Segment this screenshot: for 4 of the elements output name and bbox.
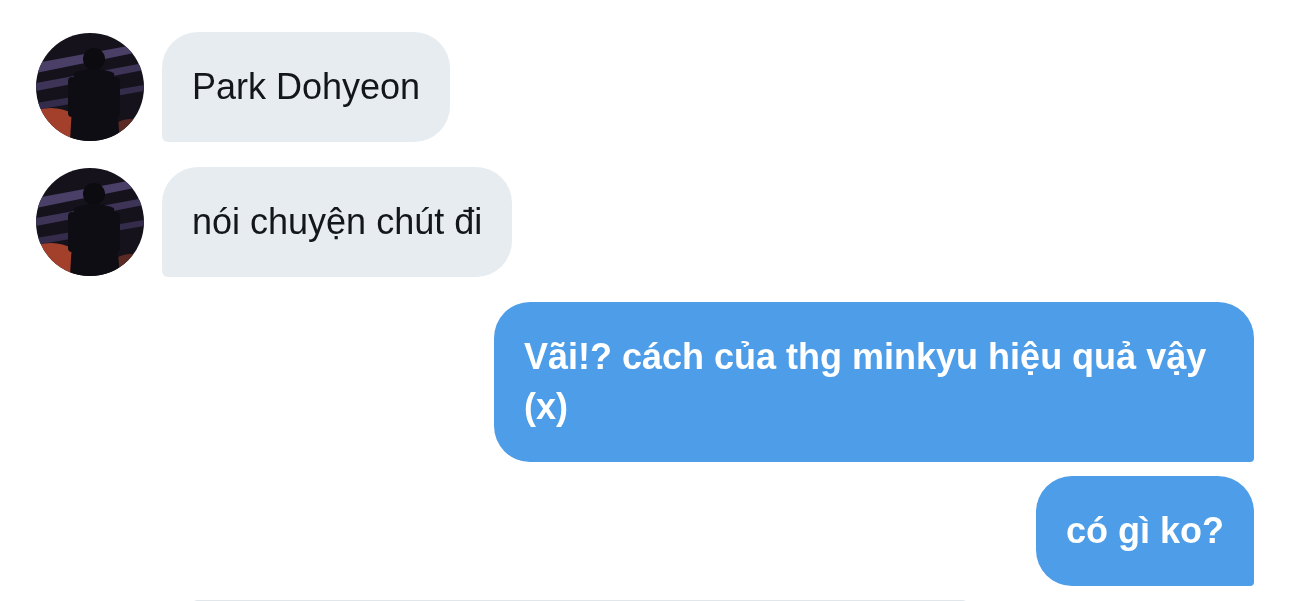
sent-message: có gì ko? [1036, 476, 1254, 586]
sent-message: Vãi!? cách của thg minkyu hiệu quả vậy (x) [494, 302, 1254, 462]
received-message: nói chuyện chút đi [162, 167, 513, 277]
received-message: Park Dohyeon [162, 32, 451, 142]
